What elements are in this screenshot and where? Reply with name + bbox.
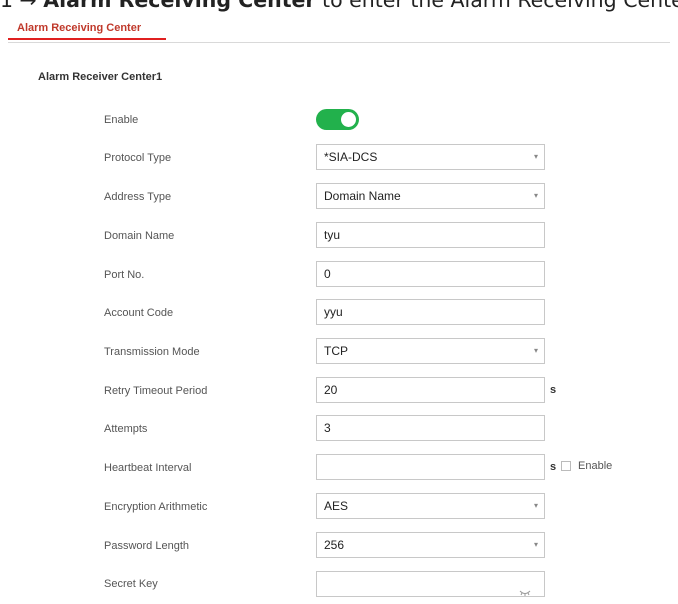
attempts-label: Attempts	[104, 423, 148, 435]
alarm-center-panel: Alarm Receiving Center Alarm Receiver Ce…	[8, 15, 678, 597]
protocol-type-select[interactable]: *SIA-DCS ▾	[316, 144, 545, 170]
tab-alarm-receiving-center[interactable]: Alarm Receiving Center	[8, 15, 166, 40]
enable-label: Enable	[104, 114, 139, 126]
protocol-type-label: Protocol Type	[104, 152, 172, 164]
address-type-label: Address Type	[104, 191, 172, 203]
transmission-mode-value: TCP	[324, 344, 348, 358]
password-length-value: 256	[324, 538, 345, 552]
attempts-value: 3	[324, 421, 331, 435]
encryption-value: AES	[324, 499, 349, 513]
account-code-label: Account Code	[104, 307, 174, 319]
domain-name-label: Domain Name	[104, 230, 175, 242]
address-type-value: Domain Name	[324, 189, 401, 203]
account-code-value: yyu	[324, 305, 343, 319]
retry-timeout-input[interactable]: 20	[316, 377, 545, 403]
retry-timeout-unit: s	[550, 384, 557, 396]
encryption-select[interactable]: AES ▾	[316, 493, 545, 519]
chevron-down-icon: ▾	[533, 191, 538, 200]
transmission-mode-select[interactable]: TCP ▾	[316, 338, 545, 364]
chevron-down-icon: ▾	[533, 540, 538, 549]
password-length-select[interactable]: 256 ▾	[316, 532, 545, 558]
tab-bar: Alarm Receiving Center	[8, 15, 670, 43]
port-no-input[interactable]: 0	[316, 261, 545, 287]
address-type-select[interactable]: Domain Name ▾	[316, 183, 545, 209]
heartbeat-interval-unit: s	[550, 461, 557, 473]
section-title: Alarm Receiver Center1	[38, 71, 163, 83]
header-bold: Alarm Receiving Center	[43, 0, 316, 12]
heartbeat-enable-checkbox[interactable]	[561, 461, 571, 471]
chevron-down-icon: ▾	[533, 501, 538, 510]
document-header: 1 → Alarm Receiving Center to enter the …	[0, 0, 678, 16]
chevron-down-icon: ▾	[533, 346, 538, 355]
encryption-label: Encryption Arithmetic	[104, 501, 208, 513]
secret-key-input[interactable]	[316, 571, 545, 597]
heartbeat-interval-label: Heartbeat Interval	[104, 462, 192, 474]
password-length-label: Password Length	[104, 540, 189, 552]
attempts-input[interactable]: 3	[316, 415, 545, 441]
eye-closed-icon[interactable]	[519, 580, 531, 604]
toggle-knob	[341, 112, 356, 127]
chevron-down-icon: ▾	[533, 152, 538, 161]
port-no-label: Port No.	[104, 269, 145, 281]
header-suffix: to enter the Alarm Receiving Center page…	[322, 0, 678, 12]
account-code-input[interactable]: yyu	[316, 299, 545, 325]
heartbeat-interval-input[interactable]	[316, 454, 545, 480]
port-no-value: 0	[324, 267, 331, 281]
domain-name-input[interactable]: tyu	[316, 222, 545, 248]
protocol-type-value: *SIA-DCS	[324, 150, 378, 164]
transmission-mode-label: Transmission Mode	[104, 346, 200, 358]
enable-toggle[interactable]	[316, 109, 359, 130]
header-prefix: 1 →	[0, 0, 44, 12]
retry-timeout-value: 20	[324, 383, 338, 397]
retry-timeout-label: Retry Timeout Period	[104, 385, 208, 397]
heartbeat-enable-label: Enable	[578, 460, 613, 472]
domain-name-value: tyu	[324, 228, 341, 242]
